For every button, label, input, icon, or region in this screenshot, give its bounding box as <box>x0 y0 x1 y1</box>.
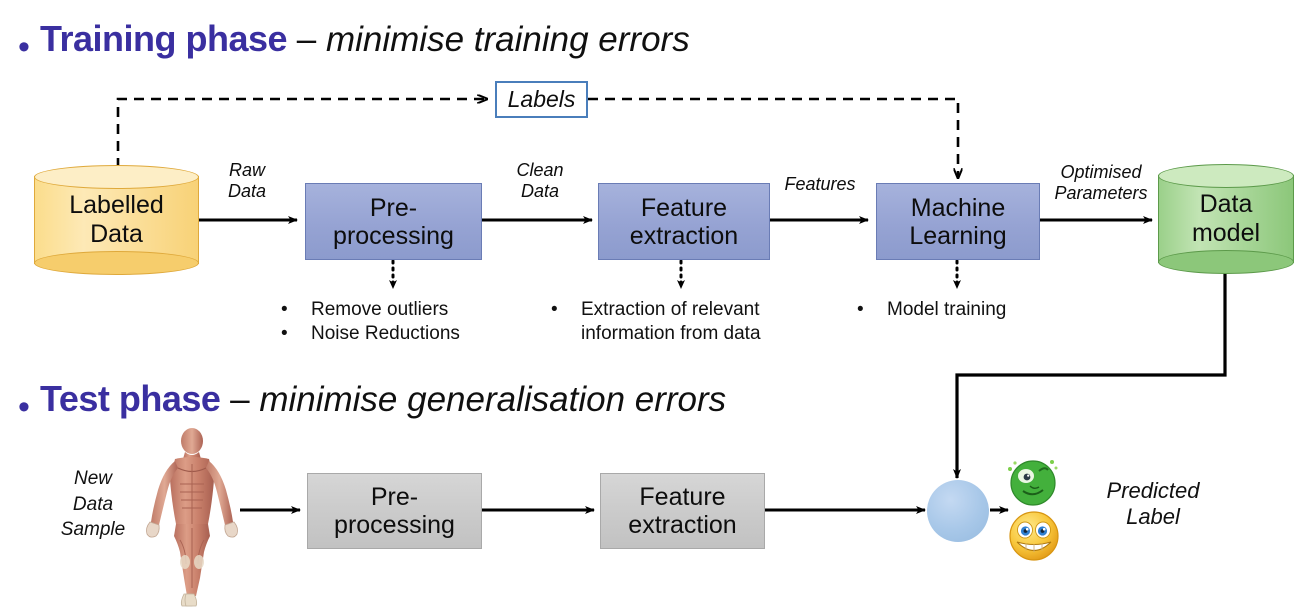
human-muscle-figure-icon <box>140 428 244 608</box>
stage-feature-extraction-test: Feature extraction <box>600 473 765 549</box>
slide-canvas: • Training phase – minimise training erro… <box>0 0 1297 610</box>
bullet-glyph-icon: • <box>18 27 30 66</box>
edge-caption-clean-data: Clean Data <box>516 160 564 201</box>
labels-box-text: Labels <box>507 86 576 112</box>
note-bullet-icon: • <box>281 299 288 320</box>
note-bullet-icon: • <box>551 299 558 320</box>
note-machine-learning: • Model training <box>857 298 1006 322</box>
stage-preprocessing-test: Pre- processing <box>307 473 482 549</box>
stage-machine-learning: Machine Learning <box>876 183 1040 260</box>
note-text: Remove outliers <box>311 299 449 320</box>
classifier-node-circle <box>927 480 989 542</box>
note-feature-extraction: • Extraction of relevant information fro… <box>551 298 761 347</box>
note-text: Model training <box>887 299 1007 320</box>
edge-caption-optimised-parameters: Optimised Parameters <box>1054 162 1148 203</box>
heading-training-strong: Training phase <box>40 18 288 59</box>
note-text: Noise Reductions <box>311 323 460 345</box>
heading-test-phase: • Test phase – minimise generalisation er… <box>18 378 726 424</box>
labels-box: Labels <box>495 81 588 118</box>
grinning-yellow-face-icon <box>1006 507 1062 563</box>
heading-training-phase: • Training phase – minimise training erro… <box>18 18 690 64</box>
edge-caption-features: Features <box>784 174 856 194</box>
predicted-label-text: Predicted Label <box>1106 478 1200 530</box>
data-model-label: Data model <box>1191 190 1261 247</box>
dashed-labelleddata-to-labels <box>116 99 487 168</box>
predicted-outcome-icons <box>1002 455 1068 565</box>
labelled-data-cylinder: Labelled Data <box>34 165 199 275</box>
data-model-cylinder: Data model <box>1158 164 1294 274</box>
bullet-glyph-icon: • <box>18 387 30 426</box>
heading-test-strong: Test phase <box>40 378 221 419</box>
note-item: • Model training <box>857 298 1006 322</box>
sick-green-face-icon <box>1006 455 1060 509</box>
stage-preprocessing-training: Pre- processing <box>305 183 482 260</box>
note-bullet-icon: • <box>281 323 288 345</box>
note-text: Extraction of relevant information from … <box>581 299 761 345</box>
stage-feature-extraction-training: Feature extraction <box>598 183 770 260</box>
note-preprocessing: • Remove outliers • Noise Reductions <box>281 298 460 347</box>
heading-test-dash: – <box>220 380 260 419</box>
heading-test-italic: minimise generalisation errors <box>259 380 727 419</box>
labelled-data-label: Labelled Data <box>69 191 164 248</box>
heading-training-italic: minimise training errors <box>325 20 690 59</box>
new-data-sample-label: New Data Sample <box>60 468 126 541</box>
note-item: • Noise Reductions <box>281 322 460 346</box>
heading-training-dash: – <box>287 20 326 59</box>
note-item: • Remove outliers <box>281 298 460 322</box>
note-item: • Extraction of relevant information fro… <box>551 298 761 347</box>
note-bullet-icon: • <box>857 299 864 320</box>
edge-caption-raw-data: Raw Data <box>227 160 267 201</box>
dashed-labels-to-ml <box>588 97 958 178</box>
